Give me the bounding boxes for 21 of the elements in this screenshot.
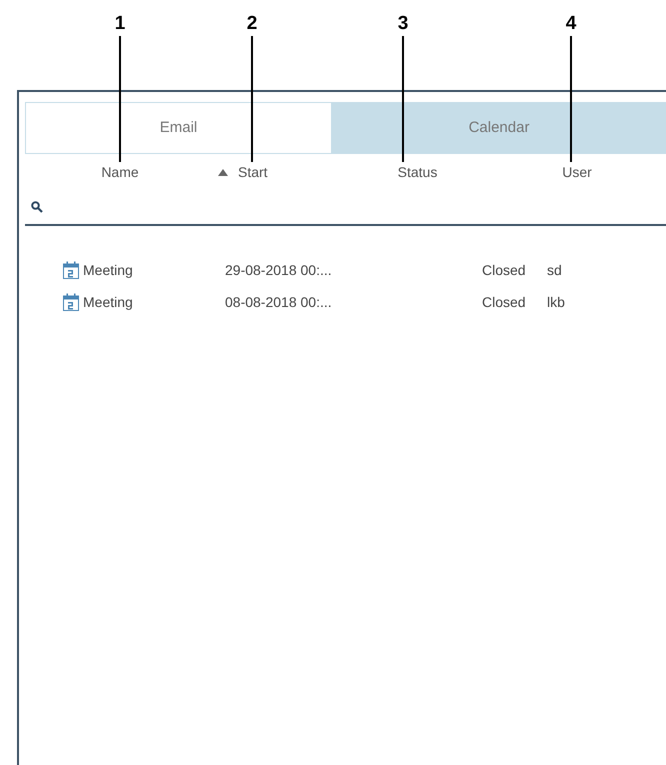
callout-number: 1	[114, 14, 126, 34]
column-header[interactable]: User	[562, 162, 592, 182]
name-cell-text: Meeting	[83, 260, 133, 280]
column-header[interactable]: Name	[101, 162, 139, 182]
column-header[interactable]: Status	[398, 162, 438, 182]
user-cell-text: lkb	[547, 292, 565, 312]
column-header[interactable]: Start	[238, 162, 268, 182]
status-cell-text: Closed	[482, 292, 527, 312]
calendar-icon	[63, 293, 79, 311]
search-icon	[31, 201, 43, 213]
callout-number: 4	[566, 14, 576, 34]
callout-number: 3	[398, 14, 408, 34]
name-cell-text: Meeting	[83, 292, 133, 312]
start-cell-text: 08-08-2018 00:...	[225, 292, 333, 312]
status-cell-text: Closed	[482, 260, 527, 280]
calendar-icon	[63, 261, 79, 279]
start-cell-text: 29-08-2018 00:...	[225, 260, 333, 280]
sort-ascending-icon[interactable]	[218, 168, 228, 176]
callout-number: 2	[246, 14, 258, 34]
tab[interactable]: Email	[25, 102, 332, 154]
user-cell-text: sd	[547, 260, 562, 280]
